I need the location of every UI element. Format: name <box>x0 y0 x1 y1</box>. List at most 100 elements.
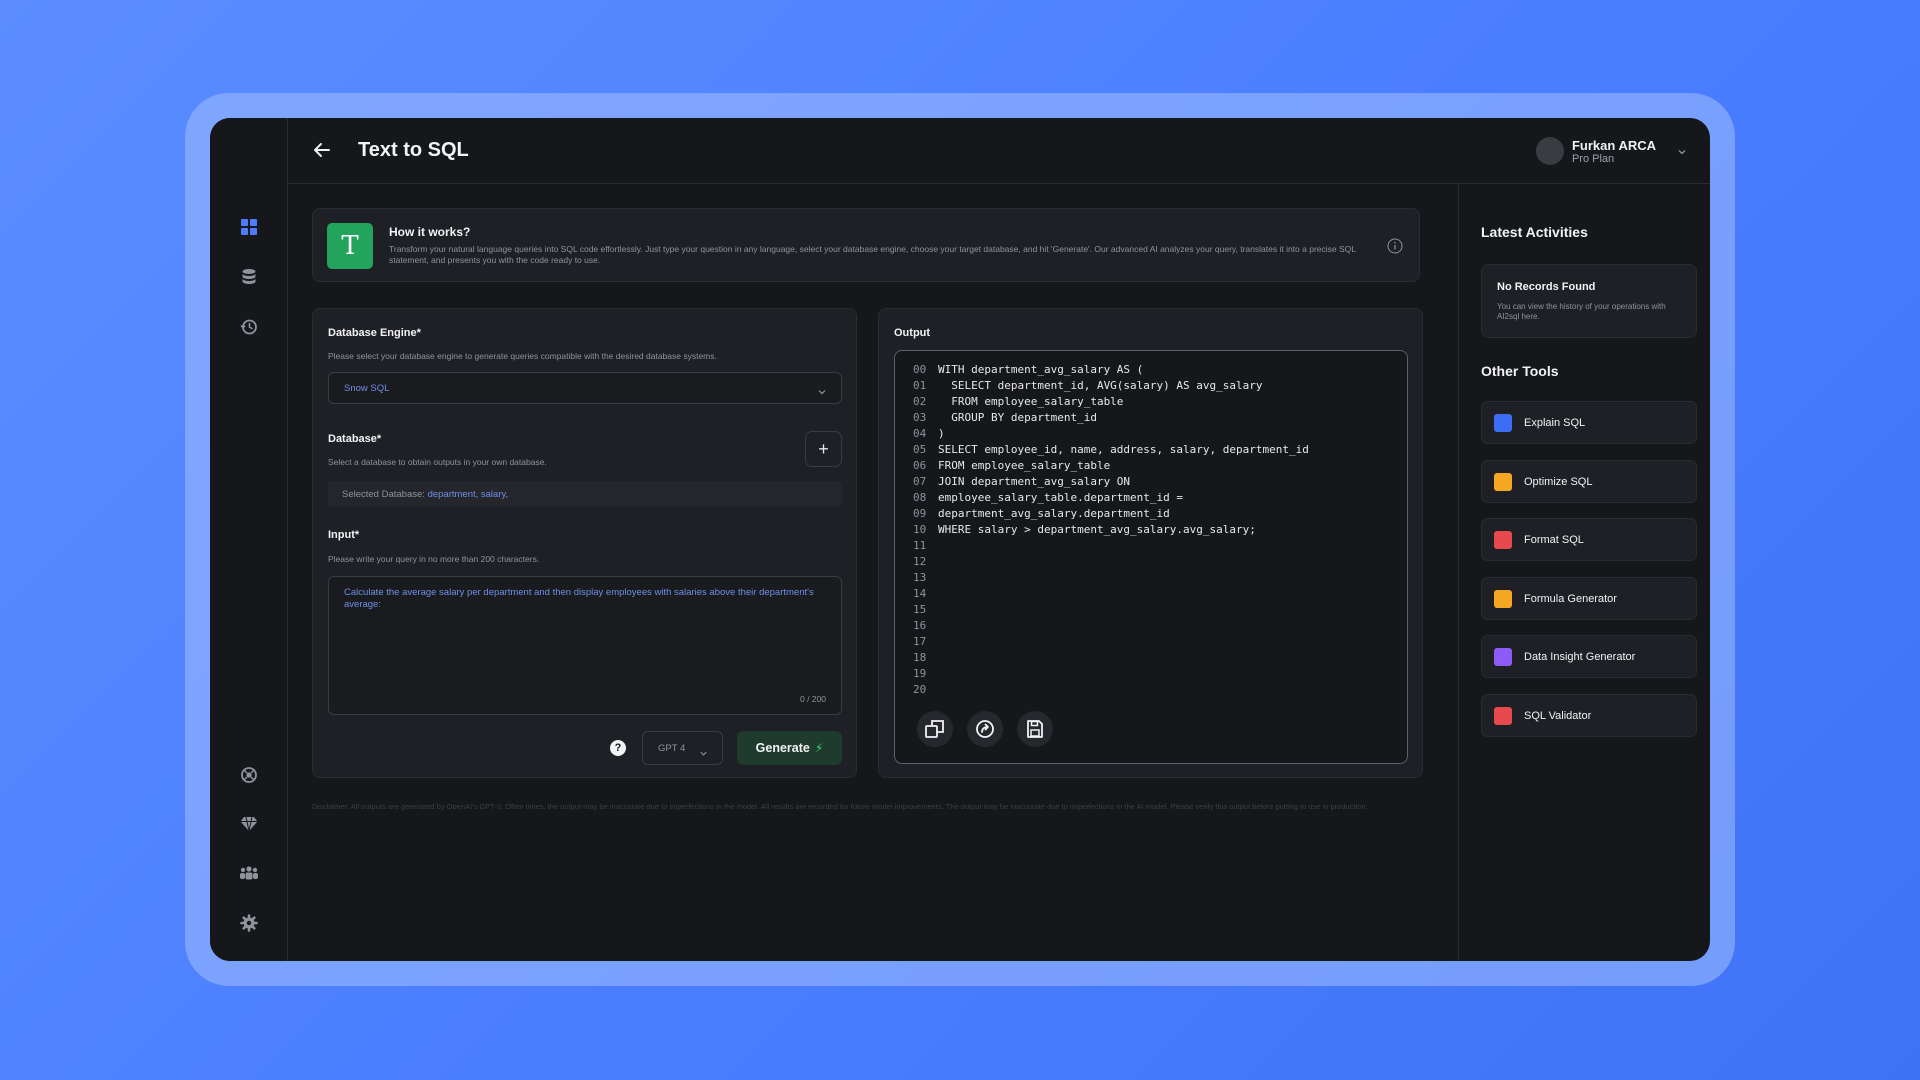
code-line: 12 <box>913 554 1309 570</box>
tool-label: SQL Validator <box>1524 710 1592 722</box>
line-number: 06 <box>913 459 927 472</box>
code-text: WHERE salary > department_avg_salary.avg… <box>938 523 1256 536</box>
model-select-value: GPT 4 <box>658 743 686 754</box>
tool-explain-sql[interactable]: Explain SQL <box>1481 401 1697 444</box>
add-database-button[interactable]: + <box>805 431 842 467</box>
code-line: 07 JOIN department_avg_salary ON <box>913 474 1309 490</box>
avatar[interactable] <box>1535 137 1564 165</box>
user-menu[interactable]: Furkan ARCA Pro Plan <box>1535 134 1688 168</box>
code-text: JOIN department_avg_salary ON <box>938 475 1131 488</box>
save-icon <box>1027 720 1043 738</box>
code-line: 14 <box>913 586 1309 602</box>
back-arrow-icon[interactable] <box>312 140 334 162</box>
line-number: 02 <box>913 395 927 408</box>
how-it-works-title: How it works? <box>389 225 471 239</box>
tool-label: Data Insight Generator <box>1524 651 1636 663</box>
tool-optimize-sql[interactable]: Optimize SQL <box>1481 460 1697 503</box>
code-line: 17 <box>913 634 1309 650</box>
code-line: 15 <box>913 602 1309 618</box>
team-icon[interactable] <box>236 860 262 886</box>
line-number: 13 <box>913 571 927 584</box>
code-line: 00 WITH department_avg_salary AS ( <box>913 362 1309 378</box>
database-hint: Select a database to obtain outputs in y… <box>328 457 547 467</box>
code-line: 01 SELECT department_id, AVG(salary) AS … <box>913 378 1309 394</box>
settings-icon[interactable] <box>236 910 262 936</box>
diamond-icon[interactable] <box>236 811 262 837</box>
line-number: 05 <box>913 443 927 456</box>
output-panel: Output 00 WITH department_avg_salary AS (… <box>878 308 1423 778</box>
generate-button[interactable]: Generate ⚡ <box>737 731 842 765</box>
output-label: Output <box>894 327 931 339</box>
code-text: WITH department_avg_salary AS ( <box>938 363 1144 376</box>
main-content: T How it works? Transform your natural l… <box>288 184 1458 961</box>
dashboard-icon[interactable] <box>236 214 262 240</box>
line-number: 18 <box>913 651 927 664</box>
tool-label: Explain SQL <box>1524 417 1586 429</box>
code-line: 13 <box>913 570 1309 586</box>
save-button[interactable] <box>1017 711 1053 747</box>
selected-database-value: department, salary, <box>427 489 509 500</box>
code-actions <box>917 711 1053 747</box>
tool-sql-validator[interactable]: SQL Validator <box>1481 694 1697 737</box>
code-text: department_avg_salary.department_id <box>938 507 1170 520</box>
database-icon[interactable] <box>236 264 262 290</box>
query-input[interactable]: Calculate the average salary per departm… <box>328 576 842 715</box>
copy-button[interactable] <box>917 711 953 747</box>
history-icon[interactable] <box>236 314 262 340</box>
tool-label: Format SQL <box>1524 534 1584 546</box>
user-plan: Pro Plan <box>1571 152 1615 165</box>
code-text: SELECT department_id, AVG(salary) AS avg… <box>938 379 1263 392</box>
tool-format-sql[interactable]: Format SQL <box>1481 518 1697 561</box>
model-select[interactable]: GPT 4 <box>642 731 723 765</box>
sidebar <box>210 118 288 961</box>
line-number: 03 <box>913 411 927 424</box>
line-number: 14 <box>913 587 927 600</box>
optimize-sql-icon <box>1494 473 1512 491</box>
line-number: 08 <box>913 491 927 504</box>
help-icon[interactable]: ? <box>610 740 626 756</box>
disclaimer: Disclaimer: All outputs are generated by… <box>312 802 1368 811</box>
database-label: Database* <box>328 433 382 445</box>
query-input-value: Calculate the average salary per departm… <box>344 587 814 610</box>
line-number: 04 <box>913 427 927 440</box>
top-header: Text to SQL Furkan ARCA Pro Plan <box>288 118 1710 184</box>
explain-sql-icon <box>1494 414 1512 432</box>
formula-generator-icon <box>1494 590 1512 608</box>
query-form-panel: Database Engine* Please select your data… <box>312 308 857 778</box>
code-line: 18 <box>913 650 1309 666</box>
code-line: 04) <box>913 426 1309 442</box>
tool-formula-generator[interactable]: Formula Generator <box>1481 577 1697 620</box>
tool-label: Optimize SQL <box>1524 476 1593 488</box>
app-logo: T <box>327 223 373 269</box>
tool-label: Formula Generator <box>1524 593 1617 605</box>
copy-icon <box>925 720 944 738</box>
line-number: 16 <box>913 619 927 632</box>
code-text: FROM employee_salary_table <box>938 459 1111 472</box>
code-text: SELECT employee_id, name, address, salar… <box>938 443 1309 456</box>
code-line: 09 department_avg_salary.department_id <box>913 506 1309 522</box>
line-number: 11 <box>913 539 927 552</box>
engine-select[interactable]: Snow SQL <box>328 372 842 404</box>
line-number: 01 <box>913 379 927 392</box>
code-text: GROUP BY department_id <box>938 411 1097 424</box>
share-button[interactable] <box>967 711 1003 747</box>
chevron-down-icon[interactable] <box>1676 145 1688 157</box>
chevron-down-icon <box>817 384 827 395</box>
code-line: 06 FROM employee_salary_table <box>913 458 1309 474</box>
line-number: 19 <box>913 667 927 680</box>
code-line: 11 <box>913 538 1309 554</box>
info-icon[interactable] <box>1387 238 1403 254</box>
engine-select-value: Snow SQL <box>344 383 390 394</box>
no-records-text: You can view the history of your operati… <box>1497 302 1666 321</box>
data-insight-generator-icon <box>1494 648 1512 666</box>
code-line: 19 <box>913 666 1309 682</box>
globe-icon[interactable] <box>236 762 262 788</box>
code-line: 10 WHERE salary > department_avg_salary.a… <box>913 522 1309 538</box>
code-output[interactable]: 00 WITH department_avg_salary AS (01 SELE… <box>894 350 1408 764</box>
share-icon <box>976 720 994 738</box>
tool-data-insight-generator[interactable]: Data Insight Generator <box>1481 635 1697 678</box>
how-it-works-card: T How it works? Transform your natural l… <box>312 208 1420 282</box>
generate-label: Generate <box>755 741 810 755</box>
code-line: 20 <box>913 682 1309 698</box>
code-line: 08 employee_salary_table.department_id = <box>913 490 1309 506</box>
